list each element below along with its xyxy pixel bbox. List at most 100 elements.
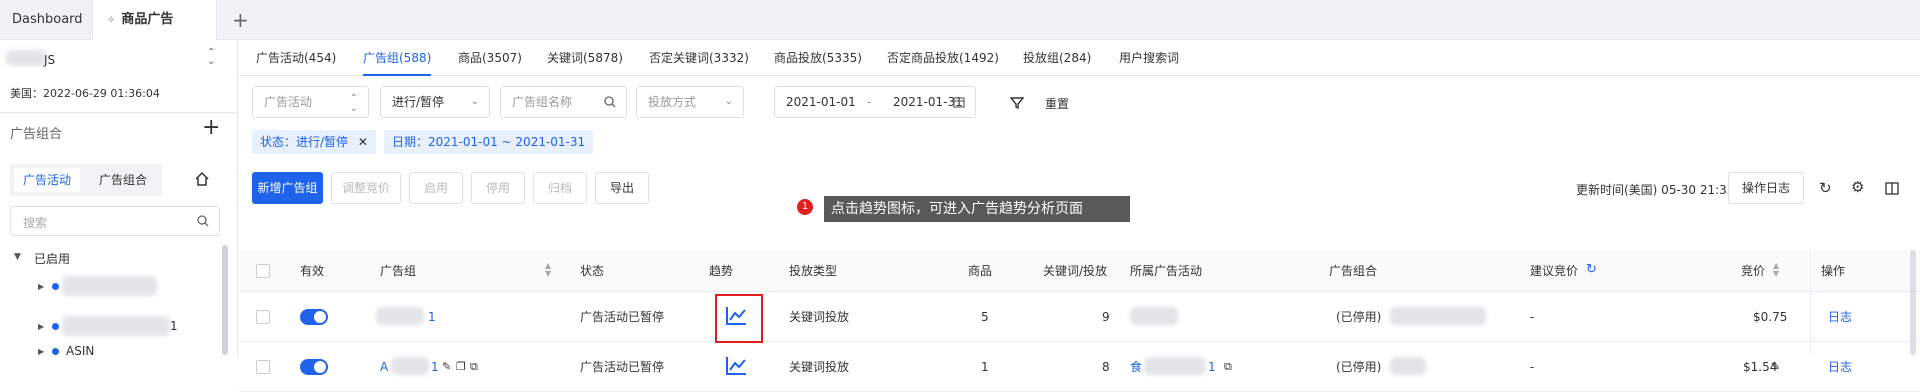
home-icon[interactable] <box>194 171 210 187</box>
date-start: 2021-01-01 <box>786 95 856 109</box>
tab-ad-groups[interactable]: 广告组(588) <box>363 40 431 76</box>
sort-icon[interactable]: ▲ ▼ <box>545 262 551 278</box>
suggested-bid: - <box>1530 310 1535 324</box>
edit-icon[interactable]: ✎ <box>442 360 451 373</box>
toggle-campaign[interactable]: 广告活动 <box>14 168 80 192</box>
tree-collapse-icon[interactable]: ▼ <box>14 252 21 262</box>
window-tab-bar: Dashboard ✧ 商品广告 + <box>0 0 1920 40</box>
col-targeting-type: 投放类型 <box>789 264 838 278</box>
tab-product-ads[interactable]: ✧ 商品广告 <box>92 0 217 40</box>
columns-icon[interactable] <box>1885 182 1899 195</box>
suggested-bid: - <box>1530 360 1535 374</box>
refresh-icon[interactable]: ↻ <box>1819 179 1832 197</box>
bid-value[interactable]: $0.75 <box>1753 292 1787 342</box>
targeting-filter[interactable]: 投放方式 ⌄ <box>636 86 744 118</box>
col-portfolio: 广告组合 <box>1329 264 1378 278</box>
tab-product-targeting[interactable]: 商品投放(5335) <box>774 40 862 76</box>
pin-icon[interactable]: ✧ <box>107 15 115 26</box>
sidebar-search[interactable]: 搜索 <box>10 206 220 236</box>
table-row[interactable]: 1 广告活动已暂停 关键词投放 5 9 (已停用) - $0.75 日志 <box>239 292 1920 342</box>
col-keywords: 关键词/投放 <box>1043 264 1108 278</box>
portfolio-status: (已停用) <box>1336 310 1382 324</box>
keywords-count: 8 <box>1102 360 1110 374</box>
enable-toggle[interactable] <box>300 309 328 325</box>
select-all-checkbox[interactable] <box>256 264 270 278</box>
reset-button[interactable]: 重置 <box>1045 95 1069 112</box>
adjust-bid-button[interactable]: 调整竞价 <box>331 172 401 204</box>
external-link-icon[interactable]: ⧉ <box>1224 360 1232 374</box>
add-portfolio-icon[interactable]: + <box>202 115 220 140</box>
account-name[interactable]: JS <box>44 53 55 67</box>
status-filter-value: 进行/暂停 <box>392 95 445 109</box>
col-trend: 趋势 <box>709 264 734 278</box>
close-icon[interactable]: ✕ <box>358 135 368 149</box>
col-status: 状态 <box>580 264 605 278</box>
operation-log-button[interactable]: 操作日志 <box>1728 172 1804 204</box>
portfolio-status: (已停用) <box>1336 360 1382 374</box>
tab-targeting-groups[interactable]: 投放组(284) <box>1023 40 1091 76</box>
keywords-count: 9 <box>1102 310 1110 324</box>
log-link[interactable]: 日志 <box>1828 342 1852 392</box>
pause-button[interactable]: 停用 <box>471 172 525 204</box>
log-link[interactable]: 日志 <box>1828 292 1852 342</box>
tree-expand-icon[interactable]: ▶ <box>38 322 44 331</box>
external-link-icon[interactable]: ⧉ <box>470 360 478 374</box>
sidebar-scrollbar[interactable] <box>222 245 228 355</box>
edit-icon[interactable]: ✎ <box>1771 360 1780 373</box>
divider <box>0 112 238 113</box>
gear-icon[interactable]: ⚙ <box>1851 178 1864 196</box>
tab-negative-product-targeting[interactable]: 否定商品投放(1492) <box>887 40 999 76</box>
add-tab-icon[interactable]: + <box>232 8 249 32</box>
campaign-name-redacted <box>62 276 157 296</box>
campaign-name-prefix[interactable]: 食 <box>1130 342 1142 392</box>
toggle-portfolio[interactable]: 广告组合 <box>90 168 156 192</box>
status-text: 广告活动已暂停 <box>580 310 665 324</box>
enable-button[interactable]: 启用 <box>409 172 463 204</box>
sort-icon[interactable]: ▲ ▼ <box>1773 262 1779 278</box>
table-row[interactable]: A 1 ✎ ❐ ⧉ 广告活动已暂停 关键词投放 1 8 食 1 ⧉ (已停用) … <box>239 342 1920 392</box>
tree-item-suffix[interactable]: 1 <box>170 319 178 333</box>
account-switch-icon[interactable]: ⌃ ⌄ <box>207 48 215 67</box>
col-products: 商品 <box>968 264 993 278</box>
sidebar-search-placeholder: 搜索 <box>23 216 48 230</box>
tab-negative-keywords[interactable]: 否定关键词(3332) <box>649 40 749 76</box>
table-scrollbar[interactable] <box>1910 250 1916 355</box>
enable-toggle[interactable] <box>300 359 328 375</box>
table-header: 有效 广告组 ▲ ▼ 状态 趋势 投放类型 商品 关键词/投放 所属广告活动 广告… <box>239 250 1920 355</box>
archive-button[interactable]: 归档 <box>533 172 587 204</box>
update-time: 更新时间(美国) 05-30 21:33 <box>1576 183 1735 197</box>
tab-keywords[interactable]: 关键词(5878) <box>547 40 623 76</box>
account-name-redacted <box>6 50 46 66</box>
tab-dashboard[interactable]: Dashboard <box>0 0 95 40</box>
copy-icon[interactable]: ❐ <box>456 360 466 373</box>
row-checkbox[interactable] <box>256 310 270 324</box>
status-filter[interactable]: 进行/暂停 ⌄ <box>380 86 490 118</box>
tab-products[interactable]: 商品(3507) <box>458 40 522 76</box>
adgroup-name-input[interactable]: 广告组名称 <box>500 86 627 118</box>
campaign-name[interactable]: 1 <box>1208 342 1216 392</box>
main-content: 广告活动(454) 广告组(588) 商品(3507) 关键词(5878) 否定… <box>239 40 1920 392</box>
status-text: 广告活动已暂停 <box>580 360 665 374</box>
date-range-picker[interactable]: 2021-01-01 - 2021-01-31 <box>774 86 976 118</box>
filter-icon[interactable] <box>1010 96 1024 110</box>
adgroup-name[interactable]: 1 <box>428 292 436 342</box>
tab-campaigns[interactable]: 广告活动(454) <box>256 40 336 76</box>
date-chip: 日期：2021-01-01 ~ 2021-01-31 <box>384 130 594 154</box>
tree-group-enabled[interactable]: 已启用 <box>34 250 70 267</box>
col-bid: 竞价 <box>1741 264 1766 278</box>
adgroup-name[interactable]: 1 <box>431 342 439 392</box>
adgroup-name-prefix[interactable]: A <box>380 342 388 392</box>
row-checkbox[interactable] <box>256 360 270 374</box>
tab-search-terms[interactable]: 用户搜索词 <box>1119 40 1179 76</box>
campaign-filter[interactable]: 广告活动 ⌃ ⌄ <box>252 86 369 118</box>
sidebar: JS ⌃ ⌄ 美国：2022-06-29 01:36:04 广告组合 + 广告活动… <box>0 40 238 358</box>
export-button[interactable]: 导出 <box>595 172 649 204</box>
refresh-icon[interactable]: ↻ <box>1586 262 1597 277</box>
status-dot <box>52 283 59 290</box>
trend-chart-icon[interactable] <box>725 356 747 376</box>
tree-expand-icon[interactable]: ▶ <box>38 282 44 291</box>
chevron-down-icon: ⌄ <box>724 96 733 107</box>
tree-item-asin[interactable]: ASIN <box>66 344 94 358</box>
add-adgroup-button[interactable]: 新增广告组 <box>252 172 323 204</box>
col-adgroup[interactable]: 广告组 <box>380 250 416 292</box>
